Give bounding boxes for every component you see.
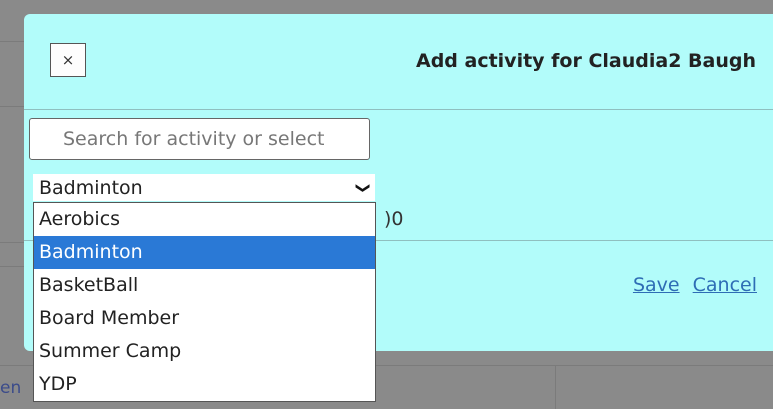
background-divider xyxy=(0,41,24,42)
footer-actions: Save Cancel xyxy=(633,274,757,296)
background-divider xyxy=(0,106,24,107)
cancel-link[interactable]: Cancel xyxy=(693,274,757,296)
background-divider xyxy=(0,266,24,267)
activity-option-board-member[interactable]: Board Member xyxy=(34,302,375,335)
activity-dropdown-list: Aerobics Badminton BasketBall Board Memb… xyxy=(33,202,376,402)
save-link[interactable]: Save xyxy=(633,274,680,296)
activity-select-value: Badminton xyxy=(39,176,143,199)
close-button[interactable]: × xyxy=(50,43,86,77)
chevron-down-icon: ❯ xyxy=(355,181,372,194)
background-divider xyxy=(0,242,24,243)
activity-select[interactable]: Badminton ❯ xyxy=(33,174,375,201)
activity-option-summer-camp[interactable]: Summer Camp xyxy=(34,335,375,368)
background-link-fragment[interactable]: en xyxy=(0,378,21,398)
close-icon: × xyxy=(61,51,75,69)
field-value: )0 xyxy=(384,208,404,230)
activity-option-basketball[interactable]: BasketBall xyxy=(34,269,375,302)
background-divider xyxy=(555,366,556,409)
modal-title: Add activity for Claudia2 Baugh xyxy=(415,50,756,72)
activity-search-input[interactable] xyxy=(29,118,370,160)
modal-header: × Add activity for Claudia2 Baugh xyxy=(24,14,773,110)
activity-option-ydp[interactable]: YDP xyxy=(34,368,375,401)
activity-option-aerobics[interactable]: Aerobics xyxy=(34,203,375,236)
activity-option-badminton[interactable]: Badminton xyxy=(34,236,375,269)
